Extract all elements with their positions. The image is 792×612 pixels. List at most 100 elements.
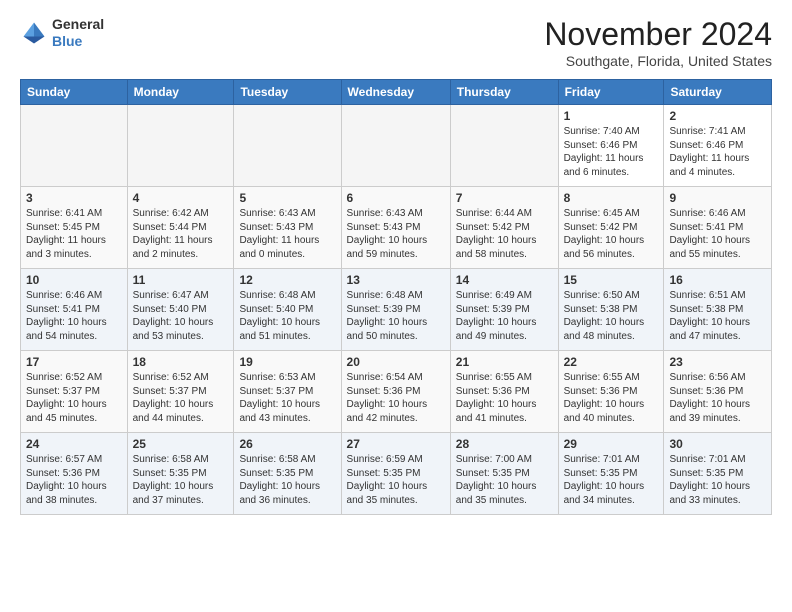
day-number: 8 <box>564 191 659 205</box>
calendar-day-cell: 9 Sunrise: 6:46 AM Sunset: 5:41 PM Daylig… <box>664 187 772 269</box>
weekday-header-cell: Wednesday <box>341 80 450 105</box>
day-info: Sunrise: 6:48 AM Sunset: 5:40 PM Dayligh… <box>239 289 335 343</box>
calendar-week-row: 24Sunrise: 6:57 AM Sunset: 5:36 PM Dayli… <box>21 433 772 515</box>
calendar-day-cell: 11Sunrise: 6:47 AM Sunset: 5:40 PM Dayli… <box>127 269 234 351</box>
day-info: Sunrise: 6:52 AM Sunset: 5:37 PM Dayligh… <box>133 371 229 425</box>
calendar-week-row: 1 Sunrise: 7:40 AM Sunset: 6:46 PM Daylig… <box>21 105 772 187</box>
day-number: 23 <box>669 355 766 369</box>
weekday-header-cell: Thursday <box>450 80 558 105</box>
day-number: 5 <box>239 191 335 205</box>
location: Southgate, Florida, United States <box>544 53 772 69</box>
day-info: Sunrise: 6:57 AM Sunset: 5:36 PM Dayligh… <box>26 453 122 507</box>
weekday-header-cell: Sunday <box>21 80 128 105</box>
calendar-day-cell <box>21 105 128 187</box>
day-number: 15 <box>564 273 659 287</box>
day-number: 7 <box>456 191 553 205</box>
weekday-header-cell: Monday <box>127 80 234 105</box>
calendar-day-cell: 16Sunrise: 6:51 AM Sunset: 5:38 PM Dayli… <box>664 269 772 351</box>
calendar-day-cell: 26Sunrise: 6:58 AM Sunset: 5:35 PM Dayli… <box>234 433 341 515</box>
day-number: 9 <box>669 191 766 205</box>
day-info: Sunrise: 6:55 AM Sunset: 5:36 PM Dayligh… <box>564 371 659 425</box>
calendar-day-cell: 10 Sunrise: 6:46 AM Sunset: 5:41 PM Dayli… <box>21 269 128 351</box>
day-info: Sunrise: 6:47 AM Sunset: 5:40 PM Dayligh… <box>133 289 229 343</box>
calendar-day-cell <box>341 105 450 187</box>
day-number: 29 <box>564 437 659 451</box>
weekday-header-cell: Tuesday <box>234 80 341 105</box>
day-info: Sunrise: 7:01 AM Sunset: 5:35 PM Dayligh… <box>564 453 659 507</box>
day-info: Sunrise: 6:41 AM Sunset: 5:45 PM Dayligh… <box>26 207 122 261</box>
day-number: 22 <box>564 355 659 369</box>
day-info: Sunrise: 7:00 AM Sunset: 5:35 PM Dayligh… <box>456 453 553 507</box>
day-number: 17 <box>26 355 122 369</box>
day-number: 20 <box>347 355 445 369</box>
day-number: 3 <box>26 191 122 205</box>
day-number: 2 <box>669 109 766 123</box>
month-title: November 2024 <box>544 16 772 53</box>
logo: General Blue <box>20 16 104 50</box>
day-info: Sunrise: 7:40 AM Sunset: 6:46 PM Dayligh… <box>564 125 659 179</box>
weekday-header-cell: Saturday <box>664 80 772 105</box>
day-number: 12 <box>239 273 335 287</box>
day-info: Sunrise: 6:58 AM Sunset: 5:35 PM Dayligh… <box>133 453 229 507</box>
day-info: Sunrise: 6:56 AM Sunset: 5:36 PM Dayligh… <box>669 371 766 425</box>
day-number: 1 <box>564 109 659 123</box>
calendar-day-cell: 20Sunrise: 6:54 AM Sunset: 5:36 PM Dayli… <box>341 351 450 433</box>
day-info: Sunrise: 6:44 AM Sunset: 5:42 PM Dayligh… <box>456 207 553 261</box>
day-info: Sunrise: 7:01 AM Sunset: 5:35 PM Dayligh… <box>669 453 766 507</box>
day-number: 18 <box>133 355 229 369</box>
day-info: Sunrise: 6:43 AM Sunset: 5:43 PM Dayligh… <box>347 207 445 261</box>
logo-text: General Blue <box>52 16 104 50</box>
calendar-table: SundayMondayTuesdayWednesdayThursdayFrid… <box>20 79 772 515</box>
day-info: Sunrise: 6:42 AM Sunset: 5:44 PM Dayligh… <box>133 207 229 261</box>
calendar-day-cell: 27 Sunrise: 6:59 AM Sunset: 5:35 PM Dayli… <box>341 433 450 515</box>
day-number: 4 <box>133 191 229 205</box>
day-number: 14 <box>456 273 553 287</box>
calendar-day-cell: 13Sunrise: 6:48 AM Sunset: 5:39 PM Dayli… <box>341 269 450 351</box>
day-info: Sunrise: 7:41 AM Sunset: 6:46 PM Dayligh… <box>669 125 766 179</box>
calendar-week-row: 10 Sunrise: 6:46 AM Sunset: 5:41 PM Dayli… <box>21 269 772 351</box>
day-number: 28 <box>456 437 553 451</box>
calendar-day-cell: 28 Sunrise: 7:00 AM Sunset: 5:35 PM Dayli… <box>450 433 558 515</box>
calendar-day-cell: 12 Sunrise: 6:48 AM Sunset: 5:40 PM Dayli… <box>234 269 341 351</box>
day-number: 19 <box>239 355 335 369</box>
header: General Blue November 2024 Southgate, Fl… <box>20 16 772 69</box>
calendar-day-cell: 29 Sunrise: 7:01 AM Sunset: 5:35 PM Dayli… <box>558 433 664 515</box>
calendar-day-cell <box>234 105 341 187</box>
day-number: 10 <box>26 273 122 287</box>
calendar-day-cell: 6 Sunrise: 6:43 AM Sunset: 5:43 PM Daylig… <box>341 187 450 269</box>
calendar-day-cell: 2 Sunrise: 7:41 AM Sunset: 6:46 PM Daylig… <box>664 105 772 187</box>
calendar-day-cell: 25Sunrise: 6:58 AM Sunset: 5:35 PM Dayli… <box>127 433 234 515</box>
day-info: Sunrise: 6:50 AM Sunset: 5:38 PM Dayligh… <box>564 289 659 343</box>
day-number: 30 <box>669 437 766 451</box>
calendar-day-cell: 22 Sunrise: 6:55 AM Sunset: 5:36 PM Dayli… <box>558 351 664 433</box>
calendar-day-cell: 8Sunrise: 6:45 AM Sunset: 5:42 PM Daylig… <box>558 187 664 269</box>
day-info: Sunrise: 6:53 AM Sunset: 5:37 PM Dayligh… <box>239 371 335 425</box>
calendar-week-row: 17 Sunrise: 6:52 AM Sunset: 5:37 PM Dayli… <box>21 351 772 433</box>
day-info: Sunrise: 6:48 AM Sunset: 5:39 PM Dayligh… <box>347 289 445 343</box>
calendar-day-cell: 3 Sunrise: 6:41 AM Sunset: 5:45 PM Daylig… <box>21 187 128 269</box>
day-info: Sunrise: 6:43 AM Sunset: 5:43 PM Dayligh… <box>239 207 335 261</box>
calendar-day-cell: 1 Sunrise: 7:40 AM Sunset: 6:46 PM Daylig… <box>558 105 664 187</box>
day-info: Sunrise: 6:46 AM Sunset: 5:41 PM Dayligh… <box>669 207 766 261</box>
calendar-day-cell: 30 Sunrise: 7:01 AM Sunset: 5:35 PM Dayli… <box>664 433 772 515</box>
day-info: Sunrise: 6:52 AM Sunset: 5:37 PM Dayligh… <box>26 371 122 425</box>
calendar-day-cell: 21Sunrise: 6:55 AM Sunset: 5:36 PM Dayli… <box>450 351 558 433</box>
calendar-day-cell: 14 Sunrise: 6:49 AM Sunset: 5:39 PM Dayli… <box>450 269 558 351</box>
calendar-day-cell: 18 Sunrise: 6:52 AM Sunset: 5:37 PM Dayli… <box>127 351 234 433</box>
day-number: 6 <box>347 191 445 205</box>
calendar-day-cell: 5 Sunrise: 6:43 AM Sunset: 5:43 PM Daylig… <box>234 187 341 269</box>
day-info: Sunrise: 6:46 AM Sunset: 5:41 PM Dayligh… <box>26 289 122 343</box>
page: General Blue November 2024 Southgate, Fl… <box>0 0 792 612</box>
day-number: 21 <box>456 355 553 369</box>
calendar-day-cell: 7 Sunrise: 6:44 AM Sunset: 5:42 PM Daylig… <box>450 187 558 269</box>
calendar-day-cell: 24Sunrise: 6:57 AM Sunset: 5:36 PM Dayli… <box>21 433 128 515</box>
day-info: Sunrise: 6:58 AM Sunset: 5:35 PM Dayligh… <box>239 453 335 507</box>
day-info: Sunrise: 6:49 AM Sunset: 5:39 PM Dayligh… <box>456 289 553 343</box>
calendar-day-cell: 4 Sunrise: 6:42 AM Sunset: 5:44 PM Daylig… <box>127 187 234 269</box>
day-info: Sunrise: 6:51 AM Sunset: 5:38 PM Dayligh… <box>669 289 766 343</box>
calendar-day-cell: 19 Sunrise: 6:53 AM Sunset: 5:37 PM Dayli… <box>234 351 341 433</box>
weekday-header-cell: Friday <box>558 80 664 105</box>
logo-icon <box>20 19 48 47</box>
day-number: 27 <box>347 437 445 451</box>
day-info: Sunrise: 6:59 AM Sunset: 5:35 PM Dayligh… <box>347 453 445 507</box>
